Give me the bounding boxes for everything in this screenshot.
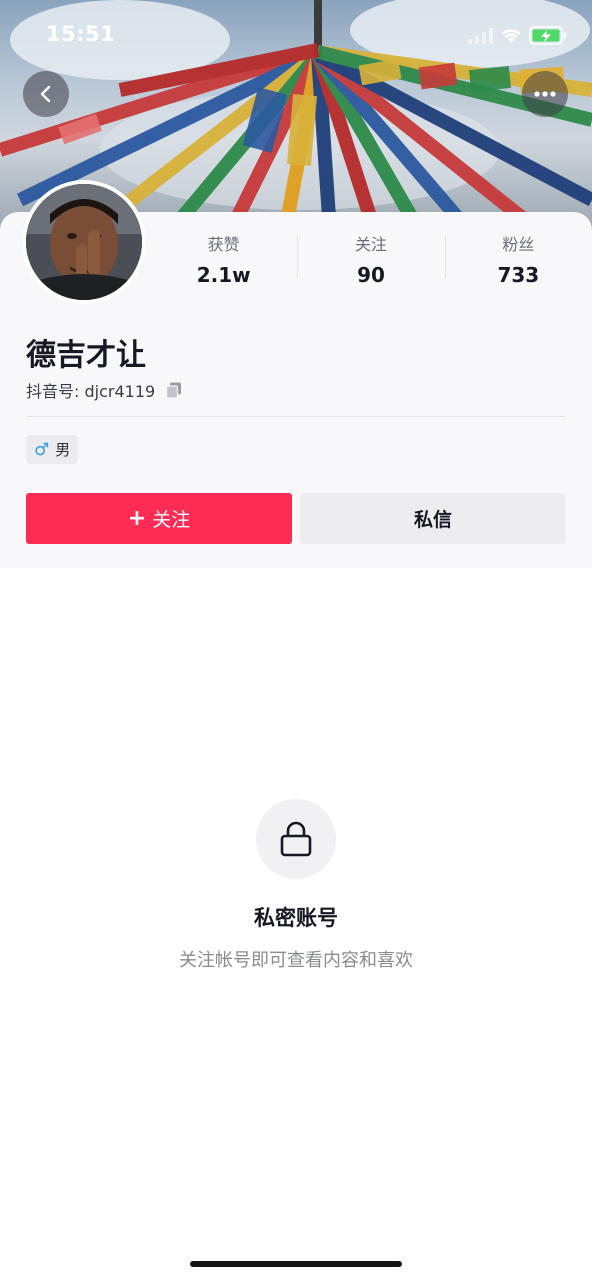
follow-button[interactable]: + 关注 <box>26 493 292 544</box>
ellipsis-icon <box>534 91 556 97</box>
private-account-description: 关注帐号即可查看内容和喜欢 <box>179 950 413 971</box>
back-button[interactable] <box>23 71 69 117</box>
lock-icon <box>280 821 312 857</box>
profile-stats: 获赞 2.1w 关注 90 粉丝 733 <box>150 232 592 288</box>
stat-likes[interactable]: 获赞 2.1w <box>150 232 297 288</box>
stat-label: 粉丝 <box>502 235 535 254</box>
gender-tag: ♂ 男 <box>26 435 79 464</box>
profile-name: 德吉才让 <box>26 338 146 373</box>
profile-card: 获赞 2.1w 关注 90 粉丝 733 德吉才让 抖音号: djcr4119 … <box>0 180 592 568</box>
battery-charging-icon <box>529 26 566 45</box>
status-time: 15:51 <box>46 22 116 46</box>
stat-followers[interactable]: 粉丝 733 <box>444 232 592 288</box>
more-button[interactable] <box>522 71 568 117</box>
stat-value: 90 <box>357 263 385 287</box>
message-label: 私信 <box>413 509 452 531</box>
home-indicator[interactable] <box>190 1261 402 1267</box>
divider <box>26 416 566 417</box>
lock-badge <box>256 799 336 879</box>
message-button[interactable]: 私信 <box>300 493 566 544</box>
chevron-left-icon <box>40 85 51 103</box>
copy-icon[interactable] <box>165 381 183 399</box>
follow-label: 关注 <box>152 509 191 531</box>
stat-value: 733 <box>497 263 540 287</box>
gender-label: 男 <box>55 441 71 459</box>
douyin-id-text: 抖音号: djcr4119 <box>26 382 156 401</box>
private-account-title: 私密账号 <box>254 906 338 930</box>
cellular-signal-icon <box>468 28 494 44</box>
stat-following[interactable]: 关注 90 <box>297 232 444 288</box>
stat-label: 获赞 <box>207 235 240 254</box>
status-bar: 15:51 <box>0 0 592 70</box>
wifi-icon <box>501 29 521 43</box>
avatar-image <box>26 184 142 300</box>
male-icon: ♂ <box>34 439 50 460</box>
douyin-id-row: 抖音号: djcr4119 <box>26 378 183 402</box>
plus-icon: + <box>127 506 147 531</box>
avatar-frame[interactable] <box>22 180 146 304</box>
stat-label: 关注 <box>354 235 387 254</box>
avatar[interactable] <box>26 184 142 300</box>
stat-value: 2.1w <box>196 263 251 287</box>
